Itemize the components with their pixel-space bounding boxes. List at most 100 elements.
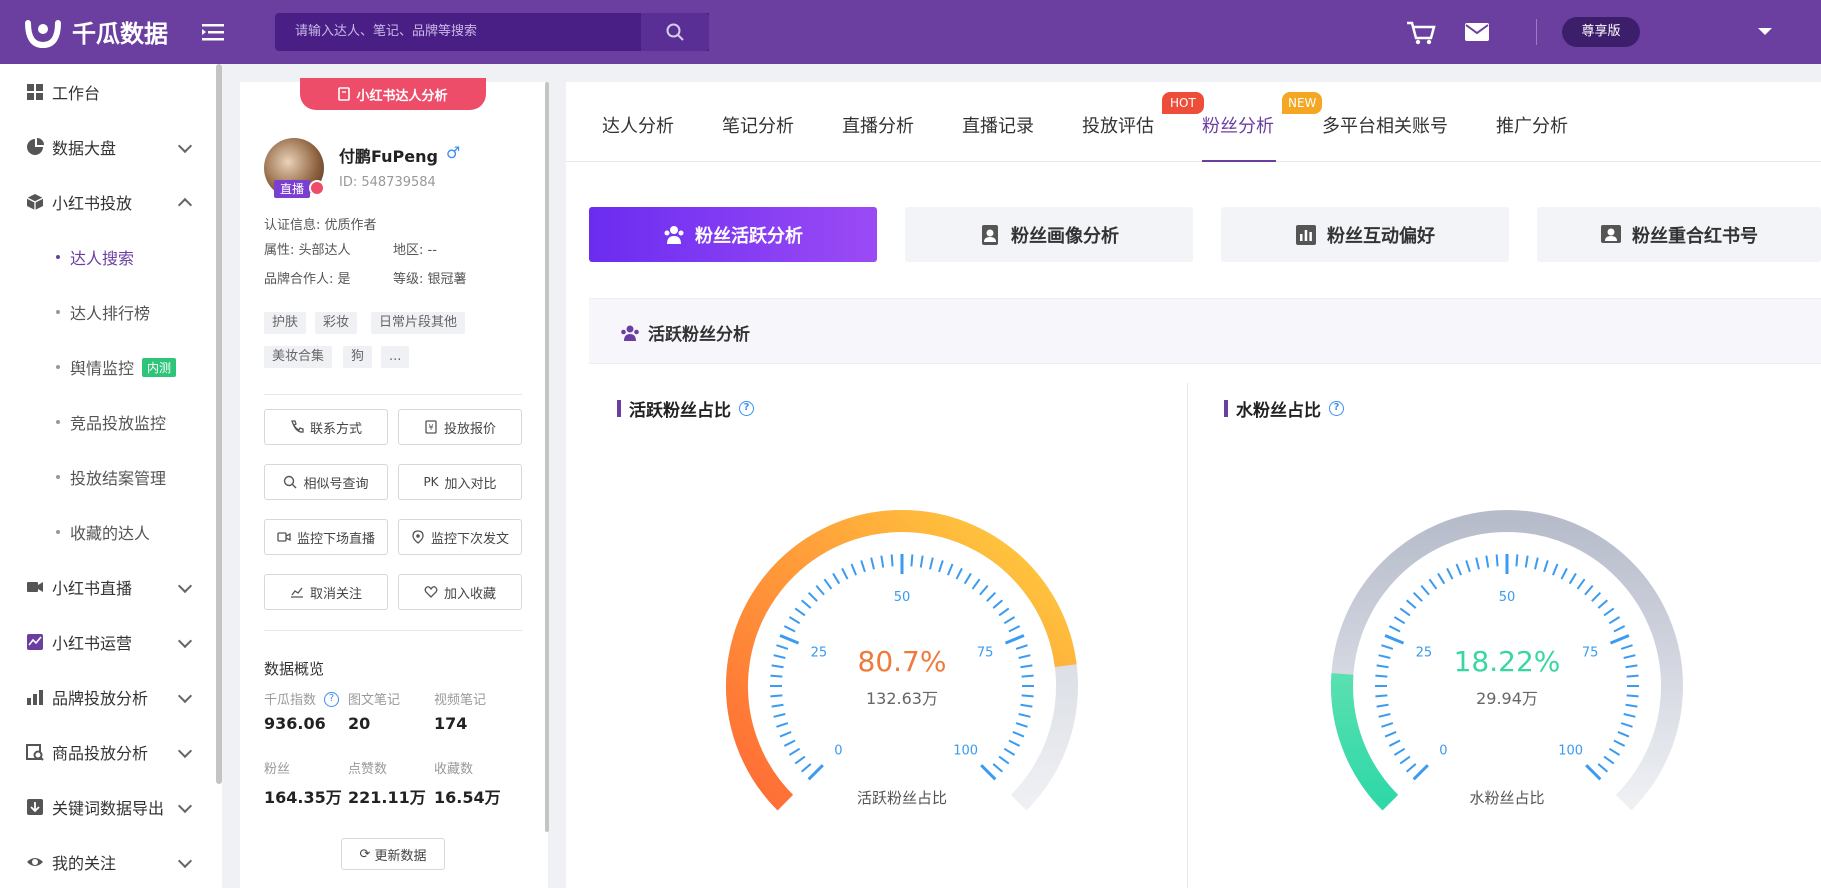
cart-icon[interactable] [1406,20,1436,46]
tab-note-analysis[interactable]: 笔记分析 [722,112,794,138]
sidebar-item-influencer-search[interactable]: 达人搜索 [0,237,216,277]
phone-icon [291,420,304,433]
tag[interactable]: 狗 [343,346,373,368]
chevron-down-icon[interactable] [1758,28,1772,35]
water-fans-card-title: 水粉丝占比? [1224,396,1344,421]
add-compare-button[interactable]: PK 加入对比 [398,464,522,500]
stat-label: 点赞数 [348,762,388,777]
verified-icon [309,180,325,196]
gauge-tick [783,625,796,633]
tab-multi-platform[interactable]: 多平台相关账号 [1322,112,1448,138]
gauge-tick [1003,616,1016,625]
vip-badge[interactable]: 尊享版 [1562,17,1640,47]
gauge-tick [832,572,841,585]
gauge-tick-label: 100 [953,744,978,759]
gauge-tick [1597,599,1609,609]
similar-search-button[interactable]: 相似号查询 [264,464,388,500]
chevron-down-icon [177,578,193,594]
attribute-info: 属性: 头部达人 [264,243,351,258]
sidebar-item-competitor-monitor[interactable]: 竞品投放监控 [0,402,216,442]
help-icon[interactable]: ? [1329,401,1344,416]
monitor-post-button[interactable]: 监控下次发文 [398,519,522,555]
sidebar-item-xhs-operation[interactable]: 小红书运营 [0,622,216,662]
sidebar-scrollbar[interactable] [216,64,222,784]
sidebar-item-opinion-monitor[interactable]: 舆情监控 内测 [0,347,216,387]
subtab-fan-overlap[interactable]: 粉丝重合红书号 [1537,207,1821,262]
account-icon [1601,224,1621,243]
tag[interactable]: 彩妆 [315,312,358,334]
tag[interactable]: 美妆合集 [264,346,333,368]
tab-fan-analysis[interactable]: 粉丝分析 [1202,112,1274,138]
profile-ribbon: 小红书达人分析 [300,78,486,110]
monitor-live-button[interactable]: 监控下场直播 [264,519,388,555]
gauge-tick [1608,747,1621,756]
male-icon: ♂ [446,143,461,162]
sidebar-item-xhs-placement[interactable]: 小红书投放 [0,182,216,222]
sidebar-item-brand-analysis[interactable]: 品牌投放分析 [0,677,216,717]
gauge-tick [1375,694,1388,698]
gauge-tick [1437,572,1446,585]
profile-scrollbar[interactable] [545,82,549,832]
tab-promotion-analysis[interactable]: 推广分析 [1496,112,1568,138]
quote-button[interactable]: ¥ 投放报价 [398,409,522,445]
subtab-fan-activity[interactable]: 粉丝活跃分析 [589,207,877,262]
gauge-tick-label: 0 [1439,744,1447,759]
stat-value: 16.54万 [434,788,501,807]
gauge-tick [910,554,914,567]
gauge-tick [794,755,806,765]
sidebar-item-product-analysis[interactable]: 商品投放分析 [0,732,216,772]
gauge-tick [1495,554,1499,567]
tab-live-analysis[interactable]: 直播分析 [842,112,914,138]
gauge-tick [946,563,954,576]
mail-icon[interactable] [1464,22,1490,42]
gauge-tick [1543,560,1549,573]
unfollow-button[interactable]: 取消关注 [264,574,388,610]
update-data-button[interactable]: ⟳ 更新数据 [341,838,445,870]
stat-value: 936.06 [264,714,326,733]
subtab-fan-portrait[interactable]: 粉丝画像分析 [905,207,1193,262]
gauge-tick [1585,764,1602,781]
sidebar-item-case-management[interactable]: 投放结案管理 [0,457,216,497]
help-icon[interactable]: ? [324,692,339,707]
sidebar-item-ranking[interactable]: 达人排行榜 [0,292,216,332]
tab-influencer-analysis[interactable]: 达人分析 [602,112,674,138]
gauge-tick [1405,763,1417,773]
add-favorite-button[interactable]: 加入收藏 [398,574,522,610]
tag[interactable]: 护肤 [264,312,307,334]
contact-button[interactable]: 联系方式 [264,409,388,445]
brand-logo[interactable]: 千瓜数据 [24,14,168,49]
document-icon [338,87,351,101]
gauge-tick [788,747,801,756]
sidebar-item-xhs-live[interactable]: 小红书直播 [0,567,216,607]
tag[interactable]: 日常片段其他 [371,312,466,334]
sidebar-item-keyword-export[interactable]: 关键词数据导出 [0,787,216,827]
video-icon [27,582,43,592]
gauge-tick [1388,739,1401,747]
sidebar-item-my-follows[interactable]: 我的关注 [0,842,216,882]
help-icon[interactable]: ? [739,401,754,416]
stat-value: 164.35万 [264,788,342,807]
active-fans-percent: 80.7% [857,645,947,678]
sidebar-item-workbench[interactable]: 工作台 [0,72,216,112]
gauge-tick [1603,607,1615,617]
gauge-tick [980,764,997,781]
hot-badge: HOT [1162,92,1204,114]
sidebar-item-dashboard[interactable]: 数据大盘 [0,127,216,167]
subtab-fan-interaction[interactable]: 粉丝互动偏好 [1221,207,1509,262]
header-divider [1536,19,1537,45]
chevron-down-icon [177,633,193,649]
sidebar-item-favorites[interactable]: 收藏的达人 [0,512,216,552]
search-button[interactable] [641,13,709,51]
menu-toggle-icon[interactable] [200,20,226,44]
tab-live-records[interactable]: 直播记录 [962,112,1034,138]
gauge-tick [1515,554,1519,567]
logo-icon [25,19,61,48]
beta-badge: 内测 [142,357,177,377]
gauge-tick [1399,755,1411,765]
bar-icon [27,690,43,705]
tag-more[interactable]: ... [381,346,410,368]
gauge-tick [1020,664,1033,669]
tab-placement-eval[interactable]: 投放评估 [1082,112,1154,138]
gauge-tick [776,722,789,728]
gauge-tick [1384,634,1405,645]
